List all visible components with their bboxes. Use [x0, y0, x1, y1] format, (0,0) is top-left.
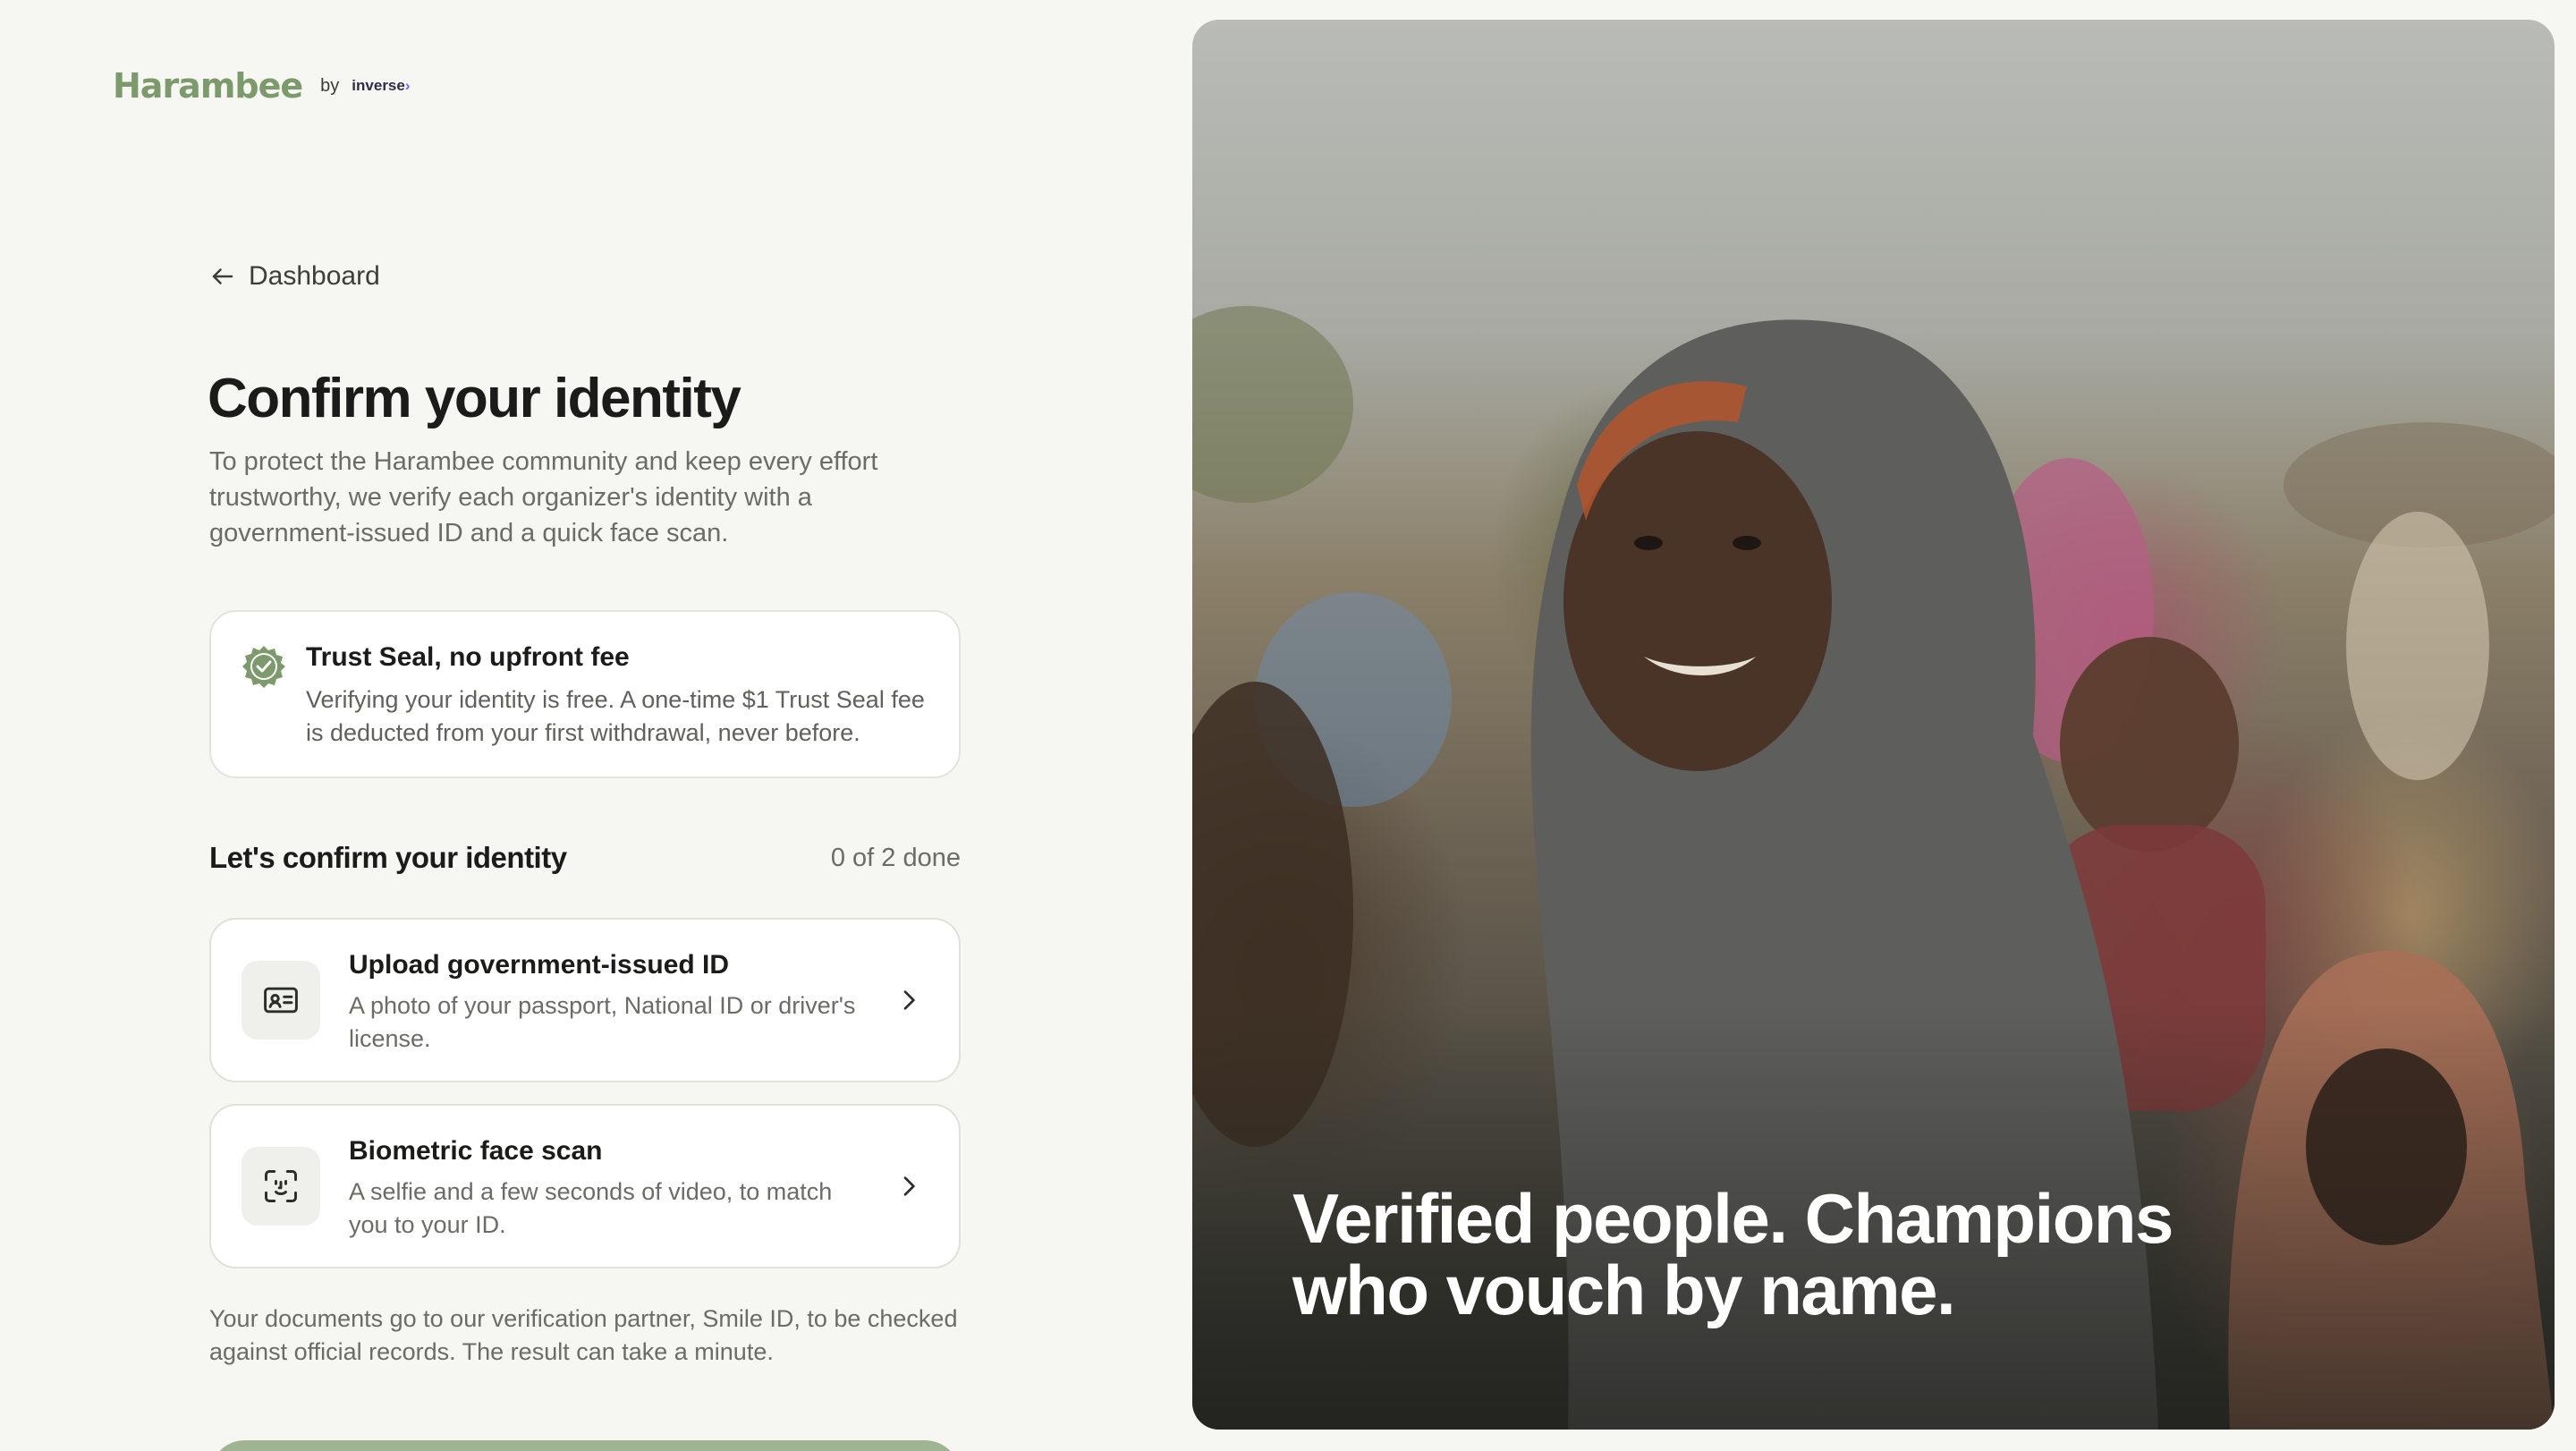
partner-logo: inverse› — [352, 77, 410, 95]
page-intro: To protect the Harambee community and ke… — [209, 447, 878, 547]
step-icon-container — [242, 1147, 320, 1226]
step-face-scan[interactable]: Biometric face scan A selfie and a few s… — [209, 1104, 961, 1269]
step-upload-id[interactable]: Upload government-issued ID A photo of y… — [209, 918, 961, 1082]
page-title: Confirm your identity — [208, 368, 741, 429]
trust-seal-text: Verifying your identity is free. A one-t… — [306, 686, 925, 746]
brand-logo[interactable]: Harambee by inverse› — [113, 66, 411, 106]
step-title: Upload government-issued ID — [349, 950, 730, 980]
verification-footnote: Your documents go to our verification pa… — [209, 1305, 958, 1365]
trust-seal-title: Trust Seal, no upfront fee — [306, 642, 630, 672]
steps-title: Let's confirm your identity — [209, 841, 567, 874]
step-title: Biometric face scan — [349, 1136, 603, 1166]
partner-logo-mark: › — [404, 77, 411, 94]
hero-image: Verified people. Champions who vouch by … — [1192, 20, 2555, 1430]
identity-verification-page: Harambee by inverse› Dashboard Confirm y… — [0, 0, 2576, 1451]
brand-wordmark: Harambee — [113, 66, 303, 106]
hero-caption-line-2: who vouch by name. — [1292, 1251, 1956, 1329]
brand-by-label: by — [320, 75, 340, 96]
arrow-left-icon — [212, 268, 233, 284]
back-link-label: Dashboard — [249, 261, 380, 291]
partner-name: inverse — [352, 77, 405, 94]
chevron-right-icon — [903, 1176, 915, 1196]
back-to-dashboard-link[interactable]: Dashboard — [209, 261, 380, 292]
face-scan-icon — [265, 1170, 297, 1202]
step-description: A selfie and a few seconds of video, to … — [349, 1178, 833, 1238]
continue-button[interactable] — [209, 1440, 961, 1451]
trust-seal-card: Trust Seal, no upfront fee Verifying you… — [209, 610, 961, 778]
step-description: A photo of your passport, National ID or… — [349, 992, 856, 1052]
hero-caption: Verified people. Champions who vouch by … — [1292, 1183, 2276, 1326]
step-icon-container — [242, 961, 320, 1039]
verified-badge-icon — [242, 646, 285, 688]
steps-header: Let's confirm your identity 0 of 2 done — [209, 841, 961, 875]
steps-progress: 0 of 2 done — [830, 843, 961, 872]
chevron-right-icon — [903, 990, 915, 1010]
id-card-icon — [264, 987, 298, 1014]
hero-caption-line-1: Verified people. Champions — [1292, 1179, 2174, 1258]
